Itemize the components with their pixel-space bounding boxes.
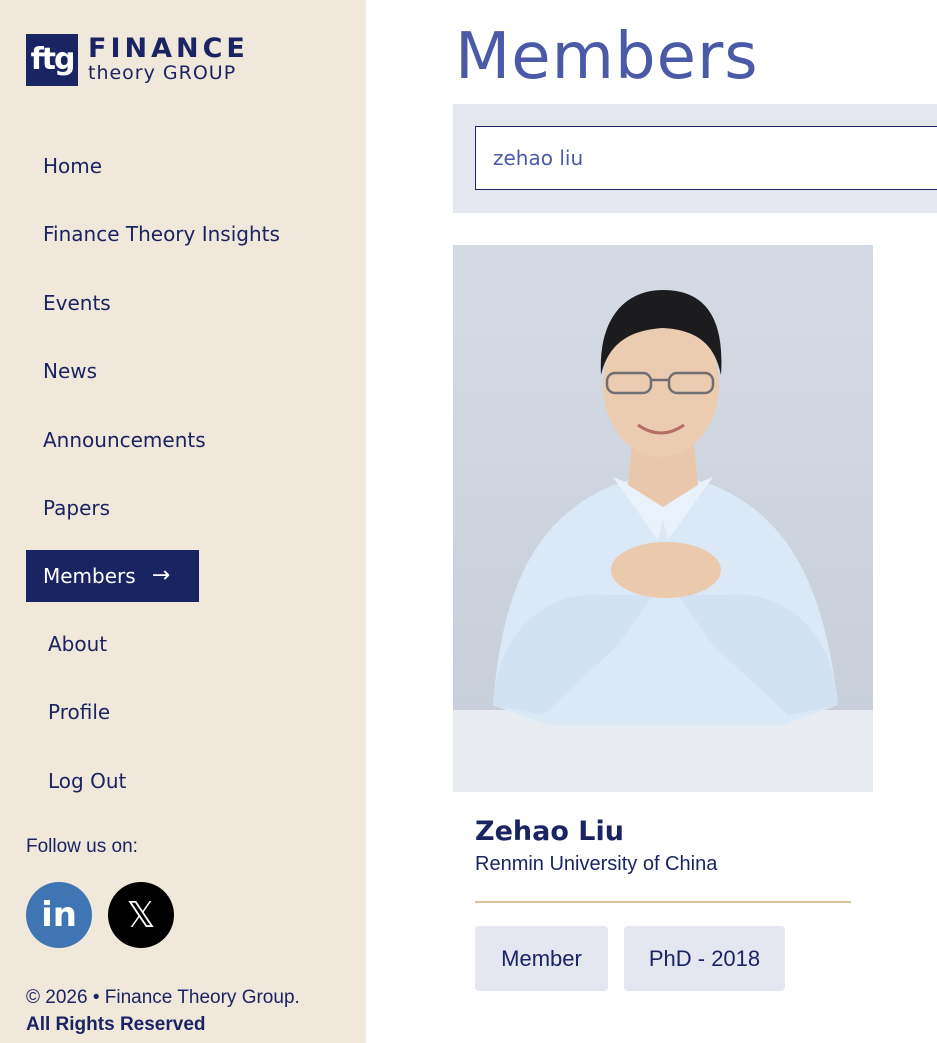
page-title: Members [455,20,759,94]
follow-label: Follow us on: [26,836,138,857]
copyright: © 2026 • Finance Theory Group. All Right… [26,984,300,1038]
logo-line2: theory GROUP [88,62,237,84]
divider [475,901,851,903]
rights-text: All Rights Reserved [26,1014,206,1035]
nav-item-members-label: Members [43,564,136,588]
linkedin-icon[interactable]: in [26,882,92,948]
tag-phd-year[interactable]: PhD - 2018 [624,926,785,991]
copyright-text: © 2026 • Finance Theory Group. [26,987,300,1008]
logo-mark: ftg [26,34,78,86]
logo-text: FINANCE theory GROUP [88,33,249,84]
nav-item-finance-theory-insights[interactable]: Finance Theory Insights [43,222,280,246]
tag-member[interactable]: Member [475,926,608,991]
member-name[interactable]: Zehao Liu [475,816,624,847]
member-portrait-image [453,245,873,792]
linkedin-glyph: in [41,895,77,935]
x-glyph: 𝕏 [126,894,156,936]
arrow-right-icon: → [151,563,171,588]
nav-item-profile[interactable]: Profile [48,700,110,724]
member-affiliation: Renmin University of China [475,853,718,875]
search-bar [453,104,937,213]
ftg-logo[interactable]: ftg FINANCE theory GROUP [26,34,249,86]
x-twitter-icon[interactable]: 𝕏 [108,882,174,948]
nav-item-about[interactable]: About [48,632,107,656]
search-input[interactable] [475,126,937,190]
sidebar: ftg FINANCE theory GROUP Home Finance Th… [0,0,366,1043]
nav-item-news[interactable]: News [43,359,97,383]
nav-item-members[interactable]: Members → [26,550,199,602]
nav-item-announcements[interactable]: Announcements [43,428,206,452]
logo-line1: FINANCE [88,33,249,64]
nav-item-papers[interactable]: Papers [43,496,110,520]
nav-item-home[interactable]: Home [43,154,102,178]
nav-item-log-out[interactable]: Log Out [48,769,126,793]
nav-item-events[interactable]: Events [43,291,111,315]
member-photo [453,245,873,792]
